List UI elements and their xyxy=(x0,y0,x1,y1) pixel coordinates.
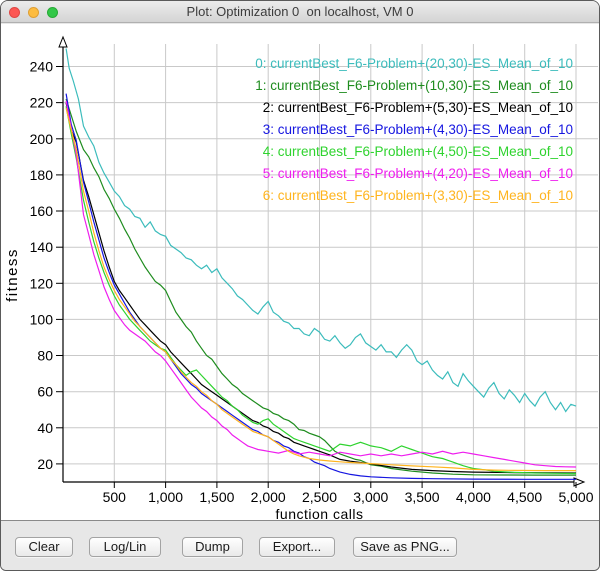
x-tick-label: 3,500 xyxy=(405,489,440,505)
x-tick-label: 1,000 xyxy=(148,489,183,505)
y-axis-arrow-icon xyxy=(59,37,67,47)
legend-entry-5: 5: currentBest_F6-Problem+(4,20)-ES_Mean… xyxy=(263,166,573,181)
legend-entry-1: 1: currentBest_F6-Problem+(10,30)-ES_Mea… xyxy=(255,78,573,93)
y-tick-label: 120 xyxy=(30,275,54,291)
clear-button[interactable]: Clear xyxy=(15,537,73,557)
plot-window: Plot: Optimization 0 on localhost, VM 0 … xyxy=(0,0,600,571)
y-tick-label: 200 xyxy=(30,131,54,147)
y-tick-label: 20 xyxy=(37,456,53,472)
y-tick-label: 60 xyxy=(37,384,53,400)
legend-entry-2: 2: currentBest_F6-Problem+(5,30)-ES_Mean… xyxy=(263,100,573,115)
x-tick-label: 3,000 xyxy=(353,489,388,505)
x-axis-title: function calls xyxy=(276,506,364,521)
titlebar[interactable]: Plot: Optimization 0 on localhost, VM 0 xyxy=(1,1,599,23)
y-tick-label: 220 xyxy=(30,95,54,111)
y-axis-title: fitness xyxy=(4,248,21,302)
y-tick-label: 160 xyxy=(30,203,54,219)
x-tick-label: 500 xyxy=(103,489,127,505)
legend-entry-6: 6: currentBest_F6-Problem+(3,30)-ES_Mean… xyxy=(263,188,573,203)
series-line-6 xyxy=(66,108,576,471)
legend-entry-3: 3: currentBest_F6-Problem+(4,30)-ES_Mean… xyxy=(263,122,573,137)
x-tick-label: 2,500 xyxy=(302,489,337,505)
x-tick-label: 4,000 xyxy=(456,489,491,505)
export-button[interactable]: Export... xyxy=(259,537,335,557)
plot-panel: 20 40 60 80 100 120 140 160 180 200 220 240 500 1,000… xyxy=(1,24,599,521)
log-lin-button[interactable]: Log/Lin xyxy=(89,537,161,557)
y-tick-label: 100 xyxy=(30,311,54,327)
series-line-4 xyxy=(66,106,576,473)
x-tick-label: 2,000 xyxy=(251,489,286,505)
x-tick-label: 5,000 xyxy=(558,489,593,505)
legend-entry-0: 0: currentBest_F6-Problem+(20,30)-ES_Mea… xyxy=(255,56,573,71)
y-tick-label: 40 xyxy=(37,420,53,436)
x-tick-label: 1,500 xyxy=(199,489,234,505)
window-title: Plot: Optimization 0 on localhost, VM 0 xyxy=(1,1,599,23)
y-tick-label: 180 xyxy=(30,167,54,183)
dump-button[interactable]: Dump xyxy=(182,537,243,557)
fitness-chart: 20 40 60 80 100 120 140 160 180 200 220 240 500 1,000… xyxy=(1,24,600,521)
x-tick-label: 4,500 xyxy=(507,489,542,505)
save-as-png-button[interactable]: Save as PNG... xyxy=(353,537,457,557)
legend-entry-4: 4: currentBest_F6-Problem+(4,50)-ES_Mean… xyxy=(263,144,573,159)
button-bar: Clear Log/Lin Dump Export... Save as PNG… xyxy=(1,522,599,571)
y-tick-label: 240 xyxy=(30,59,54,75)
y-tick-label: 140 xyxy=(30,239,54,255)
y-tick-label: 80 xyxy=(37,348,53,364)
